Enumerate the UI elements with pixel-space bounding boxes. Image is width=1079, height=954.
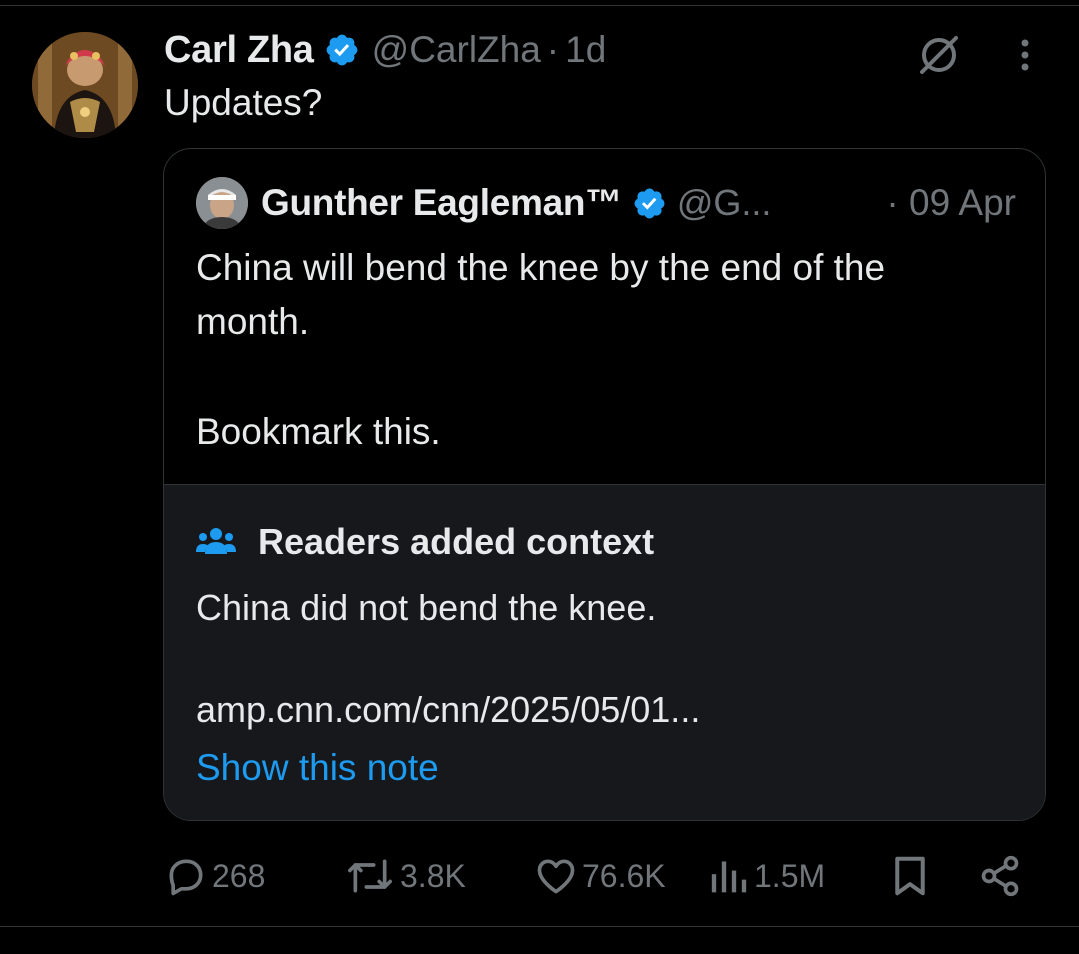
grok-icon[interactable] (916, 32, 962, 78)
community-note: Readers added context China did not bend… (164, 484, 1045, 820)
repost-icon (348, 859, 392, 893)
heart-icon (537, 859, 575, 894)
like-button[interactable]: 76.6K (534, 850, 666, 902)
reply-count: 268 (212, 857, 266, 894)
top-divider (0, 5, 1079, 6)
author-handle[interactable]: @CarlZha (372, 29, 541, 71)
like-count: 76.6K (582, 857, 666, 894)
note-header: Readers added context (196, 521, 654, 563)
repost-count: 3.8K (400, 857, 466, 894)
quote-author-avatar[interactable] (196, 177, 248, 229)
action-bar: 268 3.8K 76.6K 1.5M (164, 850, 1034, 902)
quoted-tweet-card[interactable]: Gunther Eagleman™ @G... · 09 Apr China w… (163, 148, 1046, 821)
quote-text-line: month. (196, 301, 310, 342)
author-name[interactable]: Carl Zha (164, 29, 314, 72)
reply-button[interactable]: 268 (164, 850, 265, 902)
quote-text: China will bend the knee by the end of t… (196, 241, 1026, 459)
bookmark-button[interactable] (890, 850, 930, 902)
quote-author-name[interactable]: Gunther Eagleman™ (261, 182, 622, 224)
verified-badge-icon (632, 186, 667, 221)
quote-header: Gunther Eagleman™ @G... · 09 Apr (196, 177, 1016, 229)
more-icon[interactable] (1012, 36, 1038, 76)
quote-text-line: China will bend the knee by the end of t… (196, 247, 886, 288)
share-button[interactable] (978, 850, 1022, 902)
bookmark-icon (895, 856, 925, 896)
analytics-icon (711, 861, 747, 893)
author-avatar[interactable] (32, 32, 138, 138)
verified-badge-icon (324, 32, 360, 68)
bottom-divider (0, 926, 1079, 927)
tweet-header: Carl Zha @CarlZha · 1d (164, 26, 606, 74)
views-button[interactable]: 1.5M (710, 850, 825, 902)
note-title: Readers added context (258, 521, 655, 562)
tweet-time[interactable]: 1d (565, 29, 606, 71)
note-link[interactable]: amp.cnn.com/cnn/2025/05/01... (196, 689, 700, 731)
views-count: 1.5M (754, 857, 826, 894)
note-text: China did not bend the knee. (196, 587, 657, 628)
show-note-link[interactable]: Show this note (196, 747, 439, 789)
people-icon (196, 524, 236, 560)
quote-text-line: Bookmark this. (196, 411, 441, 452)
quote-time[interactable]: · 09 Apr (886, 182, 1016, 224)
repost-button[interactable]: 3.8K (344, 850, 466, 902)
reply-icon (169, 859, 203, 896)
quote-author-handle[interactable]: @G... (677, 182, 772, 224)
separator-dot: · (546, 29, 560, 70)
tweet-text: Updates? (164, 82, 323, 123)
share-icon (981, 855, 1019, 897)
